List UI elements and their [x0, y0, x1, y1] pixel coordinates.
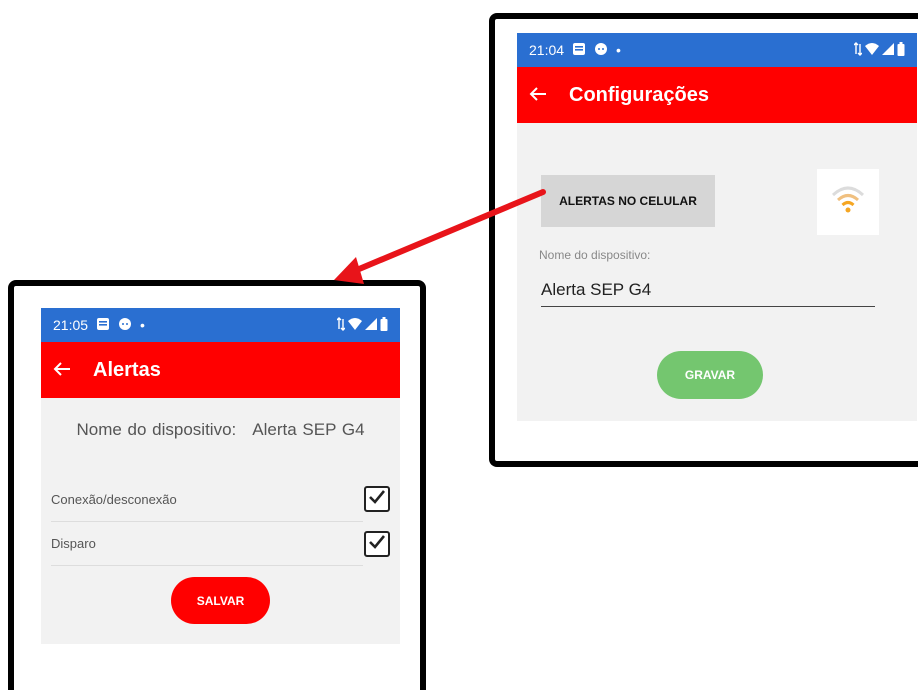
alerts-screen: 21:05 • Alertas Nome do dispositivo: Ale…	[41, 308, 400, 644]
battery-icon	[380, 316, 388, 334]
message-icon	[594, 42, 608, 59]
salvar-button[interactable]: SALVAR	[171, 577, 270, 624]
wifi-icon	[831, 185, 865, 220]
status-time: 21:05	[53, 317, 89, 333]
alerts-phone-frame: 21:05 • Alertas Nome do dispositivo: Ale…	[8, 280, 426, 690]
app-bar: Configurações	[517, 67, 917, 123]
status-bar: 21:04 •	[517, 33, 917, 67]
wifi-status-icon	[865, 42, 879, 58]
device-name-row: Nome do dispositivo: Alerta SEP G4	[41, 420, 400, 440]
trigger-checkbox[interactable]	[364, 531, 390, 557]
data-transfer-icon	[853, 41, 863, 59]
notification-icon	[572, 42, 586, 59]
signal-icon	[882, 42, 894, 58]
back-arrow-icon[interactable]	[529, 82, 569, 108]
option-label: Conexão/desconexão	[51, 492, 177, 507]
option-row-connection: Conexão/desconexão	[51, 478, 363, 522]
page-title: Configurações	[569, 83, 710, 106]
status-time: 21:04	[529, 42, 565, 58]
status-bar: 21:05 •	[41, 308, 400, 342]
dot-icon: •	[616, 42, 621, 58]
checkmark-icon	[368, 489, 386, 510]
connection-checkbox[interactable]	[364, 486, 390, 512]
checkmark-icon	[368, 534, 386, 555]
battery-icon	[897, 41, 905, 59]
option-label: Disparo	[51, 536, 96, 551]
notification-icon	[96, 317, 110, 334]
signal-icon	[365, 317, 377, 333]
message-icon	[118, 317, 132, 334]
back-arrow-icon[interactable]	[53, 357, 93, 383]
dot-icon: •	[140, 317, 145, 333]
app-bar: Alertas	[41, 342, 400, 398]
device-name-value: Alerta SEP G4	[252, 420, 365, 439]
device-name-label: Nome do dispositivo:	[539, 248, 651, 262]
gravar-button[interactable]: GRAVAR	[657, 351, 763, 399]
page-title: Alertas	[93, 358, 161, 381]
alerts-on-phone-button[interactable]: ALERTAS NO CELULAR	[541, 175, 715, 227]
wifi-status-icon	[348, 317, 362, 333]
device-name-input[interactable]: Alerta SEP G4	[541, 280, 875, 307]
device-name-label: Nome do dispositivo:	[76, 420, 237, 439]
data-transfer-icon	[336, 316, 346, 334]
wifi-button[interactable]	[817, 169, 879, 235]
option-row-trigger: Disparo	[51, 522, 363, 566]
config-screen: 21:04 • Configurações ALERTAS NO CELULAR…	[517, 33, 917, 421]
config-phone-frame: 21:04 • Configurações ALERTAS NO CELULAR…	[489, 13, 918, 467]
